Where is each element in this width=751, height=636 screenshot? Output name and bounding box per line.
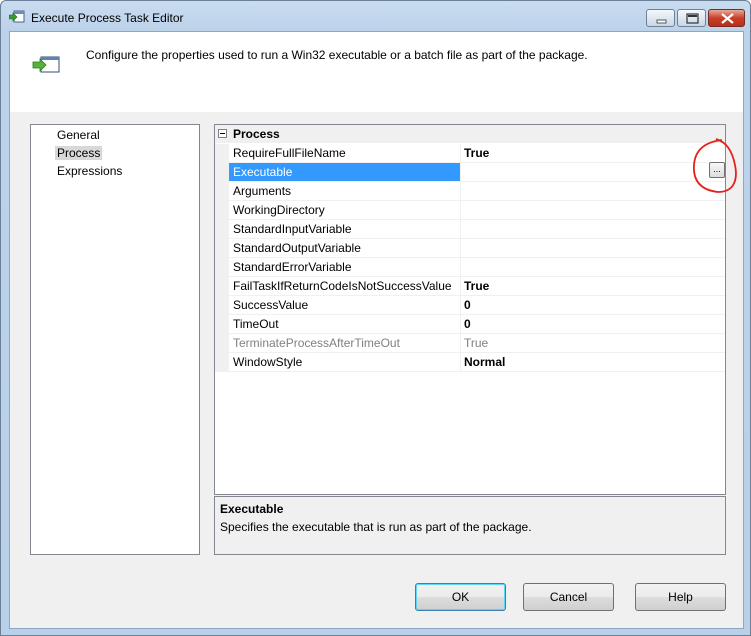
property-value[interactable]: True: [461, 334, 725, 353]
ok-button[interactable]: OK: [415, 583, 506, 611]
property-value[interactable]: [461, 258, 725, 277]
title-bar[interactable]: Execute Process Task Editor: [1, 1, 750, 31]
property-row[interactable]: WindowStyle Normal: [215, 353, 725, 372]
browse-button[interactable]: ...: [709, 162, 725, 178]
dialog-client: Configure the properties used to run a W…: [9, 31, 744, 629]
property-row[interactable]: StandardErrorVariable: [215, 258, 725, 277]
property-row[interactable]: Executable: [215, 163, 725, 182]
maximize-icon: [686, 13, 699, 24]
window-title: Execute Process Task Editor: [31, 11, 184, 25]
category-process[interactable]: Process: [215, 125, 725, 143]
description-panel: Executable Specifies the executable that…: [214, 496, 726, 555]
property-value[interactable]: [461, 239, 725, 258]
property-value[interactable]: True: [461, 277, 725, 296]
property-name: WorkingDirectory: [229, 201, 461, 220]
property-name: StandardErrorVariable: [229, 258, 461, 277]
nav-item-expressions[interactable]: Expressions: [55, 164, 124, 178]
property-name: WindowStyle: [229, 353, 461, 372]
cancel-button[interactable]: Cancel: [523, 583, 614, 611]
header-description: Configure the properties used to run a W…: [86, 48, 588, 62]
category-label: Process: [233, 127, 280, 141]
minimize-button[interactable]: [646, 9, 675, 27]
property-name: StandardOutputVariable: [229, 239, 461, 258]
property-value[interactable]: Normal: [461, 353, 725, 372]
property-name: TerminateProcessAfterTimeOut: [229, 334, 461, 353]
property-name: TimeOut: [229, 315, 461, 334]
property-row[interactable]: StandardInputVariable: [215, 220, 725, 239]
close-icon: [721, 13, 734, 24]
collapse-icon[interactable]: [218, 129, 227, 138]
property-row[interactable]: StandardOutputVariable: [215, 239, 725, 258]
property-row[interactable]: WorkingDirectory: [215, 201, 725, 220]
description-text: Specifies the executable that is run as …: [220, 520, 532, 534]
nav-item-general[interactable]: General: [55, 128, 102, 142]
property-name: RequireFullFileName: [229, 144, 461, 163]
property-value[interactable]: 0: [461, 296, 725, 315]
minimize-icon: [656, 19, 667, 24]
maximize-button[interactable]: [677, 9, 706, 27]
description-title: Executable: [220, 502, 284, 516]
dialog-window: Execute Process Task Editor Configure th…: [0, 0, 751, 636]
property-name: Executable: [229, 163, 461, 182]
property-value[interactable]: [461, 163, 725, 182]
property-row[interactable]: TimeOut 0: [215, 315, 725, 334]
property-row[interactable]: TerminateProcessAfterTimeOut True: [215, 334, 725, 353]
property-name: StandardInputVariable: [229, 220, 461, 239]
property-grid: Process RequireFullFileName True Executab…: [214, 124, 726, 495]
property-row[interactable]: Arguments: [215, 182, 725, 201]
nav-item-process[interactable]: Process: [55, 146, 103, 160]
property-value[interactable]: [461, 220, 725, 239]
property-value[interactable]: 0: [461, 315, 725, 334]
property-row[interactable]: SuccessValue 0: [215, 296, 725, 315]
property-value[interactable]: True: [461, 144, 725, 163]
nav-panel: General Process Expressions: [30, 124, 200, 555]
property-value[interactable]: [461, 201, 725, 220]
property-value[interactable]: [461, 182, 725, 201]
property-name: FailTaskIfReturnCodeIsNotSuccessValue: [229, 277, 461, 296]
property-name: Arguments: [229, 182, 461, 201]
close-button[interactable]: [708, 9, 745, 27]
execute-process-icon: [9, 10, 25, 23]
property-row[interactable]: FailTaskIfReturnCodeIsNotSuccessValue Tru…: [215, 277, 725, 296]
property-name: SuccessValue: [229, 296, 461, 315]
dialog-header: Configure the properties used to run a W…: [10, 32, 743, 112]
execute-process-icon: [32, 56, 60, 73]
help-button[interactable]: Help: [635, 583, 726, 611]
property-row[interactable]: RequireFullFileName True: [215, 144, 725, 163]
